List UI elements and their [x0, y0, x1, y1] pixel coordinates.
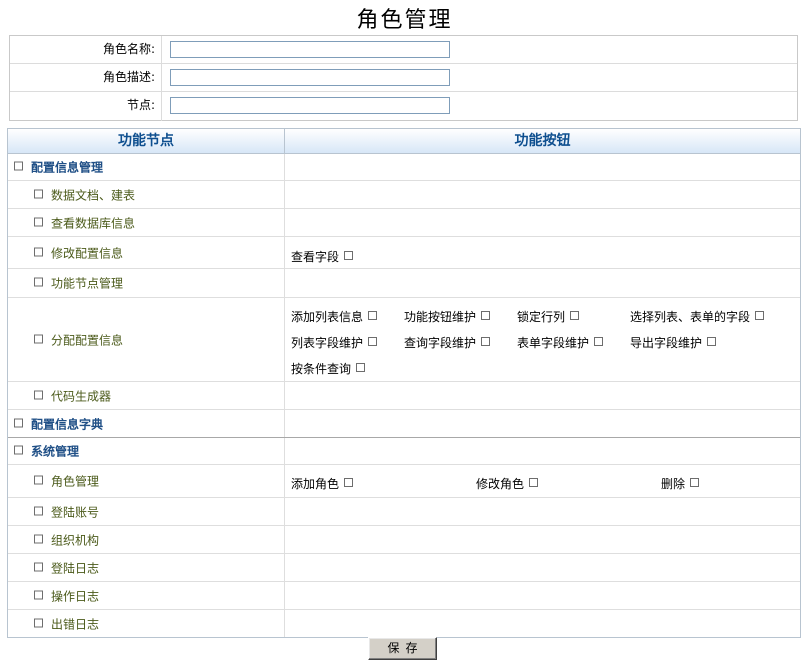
- table-row: 登陆账号: [8, 498, 800, 526]
- checkbox[interactable]: [14, 418, 23, 427]
- checkbox[interactable]: [34, 475, 43, 485]
- column-header-buttons: 功能按钮: [285, 129, 800, 154]
- checkbox[interactable]: [34, 618, 43, 627]
- checkbox[interactable]: [344, 251, 354, 260]
- table-row: 组织机构: [8, 526, 800, 554]
- checkbox[interactable]: [755, 311, 765, 320]
- checkbox[interactable]: [368, 337, 378, 346]
- table-row: 查看数据库信息: [8, 209, 800, 237]
- table-row: 操作日志: [8, 582, 800, 610]
- table-row: 出错日志: [8, 610, 800, 637]
- checkbox[interactable]: [34, 217, 43, 226]
- role-desc-input[interactable]: [170, 69, 450, 86]
- button-perm-delete[interactable]: 删除: [661, 475, 700, 492]
- checkbox[interactable]: [34, 534, 43, 543]
- checkbox[interactable]: [34, 334, 43, 343]
- checkbox[interactable]: [14, 161, 23, 171]
- button-perm-select-fields[interactable]: 选择列表、表单的字段: [630, 308, 765, 325]
- node-input[interactable]: [170, 97, 450, 114]
- node-config-dict[interactable]: 配置信息字典: [14, 415, 103, 432]
- checkbox[interactable]: [34, 390, 43, 399]
- checkbox[interactable]: [34, 506, 43, 515]
- checkbox[interactable]: [14, 445, 23, 455]
- button-perm-add-role[interactable]: 添加角色: [291, 475, 354, 492]
- button-perm-query-field-maint[interactable]: 查询字段维护: [404, 334, 491, 351]
- checkbox[interactable]: [344, 478, 354, 487]
- function-table: 功能节点 功能按钮 配置信息管理 数据文档、建表 查看数据库信息 修改配置信息 …: [7, 128, 801, 638]
- role-form: 角色名称: 角色描述: 节点:: [9, 35, 798, 121]
- button-perm-edit-role[interactable]: 修改角色: [476, 475, 539, 492]
- button-perm-add-list-info[interactable]: 添加列表信息: [291, 308, 378, 325]
- checkbox[interactable]: [481, 337, 491, 346]
- node-system-mgmt[interactable]: 系统管理: [14, 443, 79, 460]
- button-perm-form-field-maint[interactable]: 表单字段维护: [517, 334, 604, 351]
- node-error-log[interactable]: 出错日志: [34, 615, 99, 632]
- node-row: 节点:: [10, 92, 797, 121]
- role-name-input[interactable]: [170, 41, 450, 58]
- column-header-nodes: 功能节点: [8, 129, 285, 154]
- button-perm-list-field-maint[interactable]: 列表字段维护: [291, 334, 378, 351]
- node-modify-config[interactable]: 修改配置信息: [34, 244, 123, 261]
- role-name-label: 角色名称:: [10, 36, 162, 63]
- table-row: 代码生成器: [8, 382, 800, 410]
- checkbox[interactable]: [34, 590, 43, 599]
- checkbox[interactable]: [34, 189, 43, 198]
- checkbox[interactable]: [481, 311, 491, 320]
- node-assign-config[interactable]: 分配配置信息: [34, 331, 123, 348]
- checkbox[interactable]: [707, 337, 717, 346]
- checkbox[interactable]: [34, 247, 43, 256]
- node-organization[interactable]: 组织机构: [34, 531, 99, 548]
- node-function-node-mgmt[interactable]: 功能节点管理: [34, 275, 123, 292]
- table-row: 功能节点管理: [8, 269, 800, 298]
- button-perm-function-button-maint[interactable]: 功能按钮维护: [404, 308, 491, 325]
- button-perm-view-fields[interactable]: 查看字段: [291, 248, 354, 265]
- node-login-log[interactable]: 登陆日志: [34, 559, 99, 576]
- button-perm-conditional-query[interactable]: 按条件查询: [291, 360, 366, 377]
- button-perm-lock-rows-cols[interactable]: 锁定行列: [517, 308, 580, 325]
- checkbox[interactable]: [594, 337, 604, 346]
- checkbox[interactable]: [690, 478, 700, 487]
- table-row: 登陆日志: [8, 554, 800, 582]
- checkbox[interactable]: [356, 363, 366, 372]
- role-desc-label: 角色描述:: [10, 64, 162, 91]
- node-code-generator[interactable]: 代码生成器: [34, 387, 111, 404]
- table-row: 配置信息字典: [8, 410, 800, 438]
- node-label: 节点:: [10, 92, 162, 121]
- button-perm-export-field-maint[interactable]: 导出字段维护: [630, 334, 717, 351]
- role-desc-row: 角色描述:: [10, 64, 797, 92]
- table-row: 配置信息管理: [8, 154, 800, 181]
- node-login-account[interactable]: 登陆账号: [34, 503, 99, 520]
- role-name-row: 角色名称:: [10, 36, 797, 64]
- checkbox[interactable]: [368, 311, 378, 320]
- table-row: 分配配置信息 添加列表信息 功能按钮维护 锁定行列 选择列表、表单的字段 列表字…: [8, 298, 800, 382]
- page-title: 角色管理: [356, 8, 453, 33]
- table-row: 数据文档、建表: [8, 181, 800, 209]
- node-config-info-mgmt[interactable]: 配置信息管理: [14, 159, 103, 176]
- table-row: 修改配置信息 查看字段: [8, 237, 800, 269]
- node-view-db-info[interactable]: 查看数据库信息: [34, 214, 135, 231]
- checkbox[interactable]: [34, 277, 43, 287]
- checkbox[interactable]: [34, 562, 43, 571]
- node-data-doc[interactable]: 数据文档、建表: [34, 186, 135, 203]
- checkbox[interactable]: [529, 478, 539, 487]
- save-button[interactable]: 保存: [368, 637, 437, 660]
- node-operation-log[interactable]: 操作日志: [34, 587, 99, 604]
- table-row: 系统管理: [8, 438, 800, 465]
- checkbox[interactable]: [570, 311, 580, 320]
- node-role-mgmt[interactable]: 角色管理: [34, 473, 99, 490]
- table-row: 角色管理 添加角色 修改角色 删除: [8, 465, 800, 498]
